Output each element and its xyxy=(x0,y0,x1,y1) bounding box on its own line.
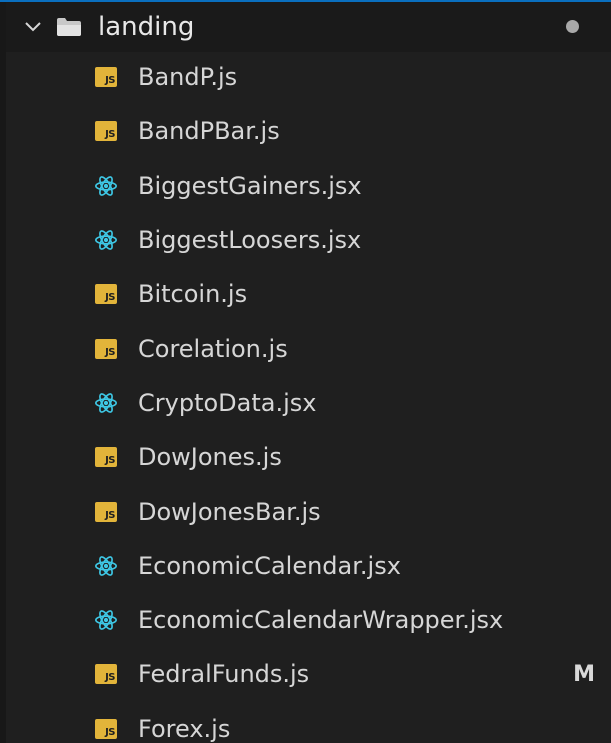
js-badge-label: JS xyxy=(95,121,117,142)
file-item[interactable]: JS Corelation.js xyxy=(6,321,611,375)
js-icon: JS xyxy=(94,337,118,361)
file-item[interactable]: CryptoData.jsx xyxy=(6,376,611,430)
js-icon: JS xyxy=(94,282,118,306)
file-name: DowJonesBar.js xyxy=(138,497,321,526)
js-icon: JS xyxy=(94,500,118,524)
react-icon xyxy=(94,391,118,415)
react-icon xyxy=(94,228,118,252)
chevron-down-icon[interactable] xyxy=(24,18,42,36)
js-icon: JS xyxy=(94,65,118,89)
file-name: BiggestLoosers.jsx xyxy=(138,226,362,255)
folder-row-landing[interactable]: landing xyxy=(6,2,611,52)
file-item[interactable]: JS BandP.js xyxy=(6,50,611,104)
js-icon: JS xyxy=(94,445,118,469)
react-icon xyxy=(94,608,118,632)
js-icon: JS xyxy=(94,662,118,686)
js-badge-label: JS xyxy=(95,447,117,468)
file-name: EconomicCalendarWrapper.jsx xyxy=(138,606,504,635)
file-item[interactable]: BiggestGainers.jsx xyxy=(6,159,611,213)
js-badge-label: JS xyxy=(95,67,117,88)
js-badge-label: JS xyxy=(95,338,117,359)
react-icon xyxy=(94,554,118,578)
file-item[interactable]: BiggestLoosers.jsx xyxy=(6,213,611,267)
modified-indicator-icon xyxy=(566,20,579,33)
file-explorer: landing JS BandP.js JS BandPBar.js BiggestGa… xyxy=(0,0,611,743)
file-item[interactable]: EconomicCalendarWrapper.jsx xyxy=(6,593,611,647)
file-name: BiggestGainers.jsx xyxy=(138,171,362,200)
file-item[interactable]: JS BandPBar.js xyxy=(6,104,611,158)
js-icon: JS xyxy=(94,717,118,741)
file-item[interactable]: JS Forex.js xyxy=(6,702,611,743)
js-badge-label: JS xyxy=(95,664,117,685)
file-name: BandP.js xyxy=(138,63,238,92)
js-badge-label: JS xyxy=(95,501,117,522)
file-name: Bitcoin.js xyxy=(138,280,248,309)
file-item[interactable]: EconomicCalendar.jsx xyxy=(6,539,611,593)
file-name: BandPBar.js xyxy=(138,117,280,146)
file-name: Corelation.js xyxy=(138,334,288,363)
file-name: CryptoData.jsx xyxy=(138,388,317,417)
file-name: FedralFunds.js xyxy=(138,660,310,689)
folder-open-icon xyxy=(56,17,82,37)
file-list: JS BandP.js JS BandPBar.js BiggestGainers.js… xyxy=(6,50,611,743)
file-item[interactable]: JS DowJones.js xyxy=(6,430,611,484)
js-icon: JS xyxy=(94,119,118,143)
folder-name: landing xyxy=(98,12,195,42)
js-badge-label: JS xyxy=(95,718,117,739)
file-name: Forex.js xyxy=(138,714,231,743)
js-badge-label: JS xyxy=(95,284,117,305)
file-item[interactable]: JS FedralFunds.js M xyxy=(6,647,611,701)
file-name: DowJones.js xyxy=(138,443,282,472)
file-name: EconomicCalendar.jsx xyxy=(138,551,401,580)
react-icon xyxy=(94,174,118,198)
git-status-badge: M xyxy=(573,661,595,687)
file-item[interactable]: JS Bitcoin.js xyxy=(6,267,611,321)
file-item[interactable]: JS DowJonesBar.js xyxy=(6,484,611,538)
